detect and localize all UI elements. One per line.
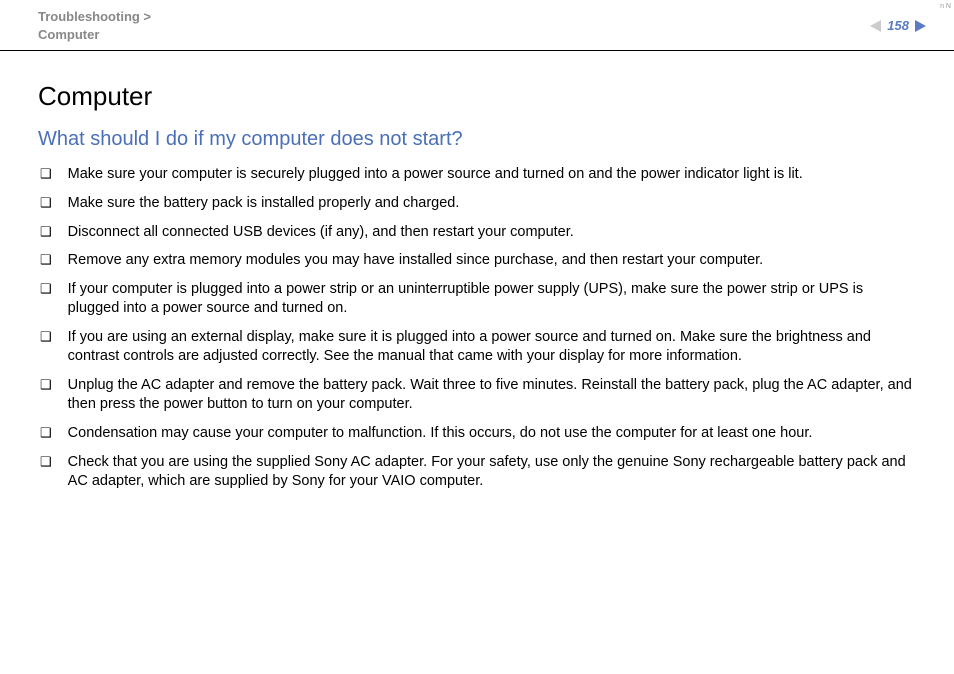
bullet-text: Unplug the AC adapter and remove the bat… [68, 376, 916, 415]
bullet-icon: ❑ [40, 280, 52, 298]
bullet-text: Make sure your computer is securely plug… [68, 165, 916, 185]
list-item: ❑ If your computer is plugged into a pow… [38, 280, 916, 319]
corner-mark: n N [940, 3, 951, 10]
bullet-icon: ❑ [40, 424, 52, 442]
breadcrumb: Troubleshooting > Computer [38, 8, 151, 44]
section-title: Computer [38, 81, 916, 112]
bullet-text: If you are using an external display, ma… [68, 328, 916, 367]
page-header: Troubleshooting > Computer 158 [0, 0, 954, 51]
list-item: ❑ Remove any extra memory modules you ma… [38, 251, 916, 271]
bullet-icon: ❑ [40, 453, 52, 471]
bullet-icon: ❑ [40, 223, 52, 241]
list-item: ❑ Unplug the AC adapter and remove the b… [38, 376, 916, 415]
question-heading: What should I do if my computer does not… [38, 128, 916, 151]
breadcrumb-line2: Computer [38, 26, 151, 44]
list-item: ❑ If you are using an external display, … [38, 328, 916, 367]
list-item: ❑ Condensation may cause your computer t… [38, 424, 916, 444]
next-page-arrow-icon[interactable] [915, 20, 926, 32]
bullet-icon: ❑ [40, 251, 52, 269]
list-item: ❑ Disconnect all connected USB devices (… [38, 223, 916, 243]
breadcrumb-line1: Troubleshooting > [38, 8, 151, 26]
page-number: 158 [887, 18, 909, 33]
bullet-text: Check that you are using the supplied So… [68, 453, 916, 492]
bullet-text: If your computer is plugged into a power… [68, 280, 916, 319]
page-content: Computer What should I do if my computer… [0, 51, 954, 520]
prev-page-arrow-icon[interactable] [870, 20, 881, 32]
bullet-icon: ❑ [40, 376, 52, 394]
list-item: ❑ Make sure the battery pack is installe… [38, 194, 916, 214]
bullet-text: Condensation may cause your computer to … [68, 424, 916, 444]
bullet-list: ❑ Make sure your computer is securely pl… [38, 165, 916, 491]
page-nav: 158 [870, 18, 926, 33]
bullet-icon: ❑ [40, 194, 52, 212]
bullet-icon: ❑ [40, 165, 52, 183]
bullet-text: Remove any extra memory modules you may … [68, 251, 916, 271]
bullet-icon: ❑ [40, 328, 52, 346]
list-item: ❑ Make sure your computer is securely pl… [38, 165, 916, 185]
list-item: ❑ Check that you are using the supplied … [38, 453, 916, 492]
bullet-text: Disconnect all connected USB devices (if… [68, 223, 916, 243]
bullet-text: Make sure the battery pack is installed … [68, 194, 916, 214]
